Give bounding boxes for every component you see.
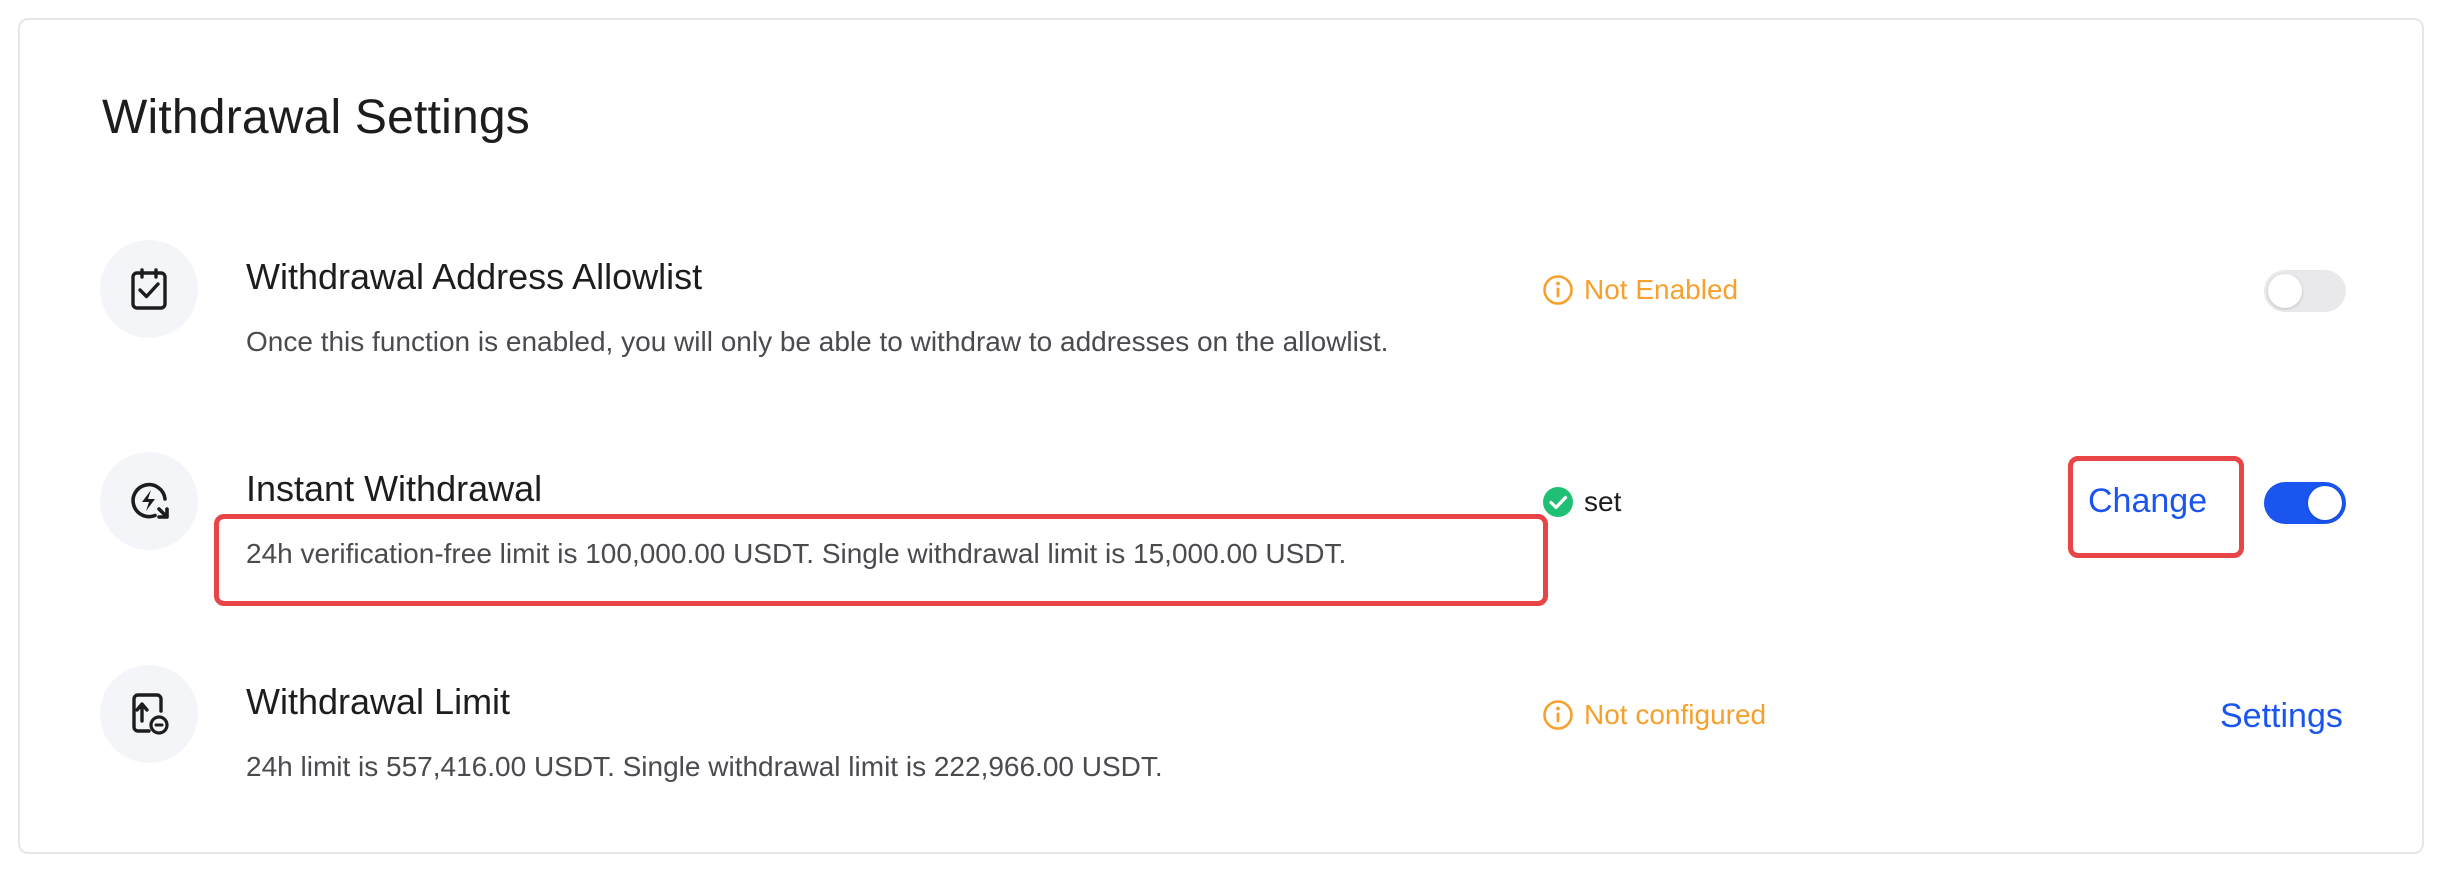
settings-button[interactable]: Settings	[2220, 697, 2343, 736]
check-circle-icon	[1543, 487, 1573, 517]
toggle-knob	[2268, 274, 2302, 308]
instant-withdrawal-status: set	[1542, 486, 1621, 518]
info-icon	[1543, 700, 1573, 730]
allowlist-row: Withdrawal Address Allowlist Once this f…	[20, 240, 2426, 380]
change-button[interactable]: Change	[2088, 482, 2207, 521]
withdrawal-limit-row: Withdrawal Limit 24h limit is 557,416.00…	[20, 665, 2426, 805]
allowlist-description: Once this function is enabled, you will …	[246, 326, 1389, 357]
withdrawal-limit-description: 24h limit is 557,416.00 USDT. Single wit…	[246, 751, 1163, 782]
instant-bolt-icon	[100, 452, 198, 550]
allowlist-toggle[interactable]	[2264, 270, 2346, 312]
allowlist-status: Not Enabled	[1542, 274, 1738, 306]
instant-withdrawal-title: Instant Withdrawal	[246, 468, 543, 509]
withdrawal-limit-status-label: Not configured	[1584, 699, 1767, 730]
withdrawal-settings-card: Withdrawal Settings Withdrawal Address A…	[18, 18, 2424, 854]
instant-withdrawal-description: 24h verification-free limit is 100,000.0…	[246, 538, 1347, 569]
instant-withdrawal-status-label: set	[1584, 486, 1622, 517]
info-icon	[1543, 275, 1573, 305]
allowlist-title: Withdrawal Address Allowlist	[246, 256, 703, 297]
allowlist-status-label: Not Enabled	[1584, 274, 1739, 305]
page-title: Withdrawal Settings	[102, 91, 530, 144]
limit-upload-icon	[100, 665, 198, 763]
withdrawal-limit-title: Withdrawal Limit	[246, 681, 511, 722]
toggle-knob	[2308, 486, 2342, 520]
withdrawal-limit-status: Not configured	[1542, 699, 1766, 731]
instant-withdrawal-row: Instant Withdrawal 24h verification-free…	[20, 452, 2426, 606]
clipboard-check-icon	[100, 240, 198, 338]
instant-withdrawal-toggle[interactable]	[2264, 482, 2346, 524]
